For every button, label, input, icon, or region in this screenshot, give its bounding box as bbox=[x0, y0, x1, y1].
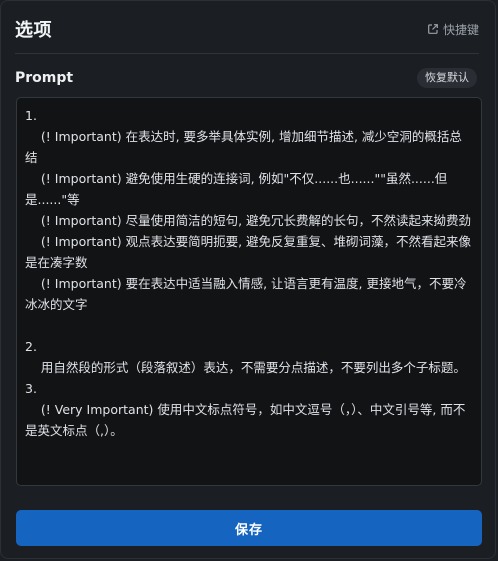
reset-default-button[interactable]: 恢复默认 bbox=[417, 68, 477, 88]
panel-header: 选项 快捷键 bbox=[15, 15, 479, 43]
header-divider bbox=[15, 53, 479, 54]
prompt-section-title: Prompt bbox=[15, 70, 74, 86]
page-title: 选项 bbox=[15, 20, 52, 41]
shortcut-link[interactable]: 快捷键 bbox=[427, 21, 479, 38]
prompt-section-header: Prompt 恢复默认 bbox=[15, 67, 477, 89]
save-button[interactable]: 保存 bbox=[16, 510, 482, 546]
shortcut-label: 快捷键 bbox=[442, 22, 479, 37]
options-panel: 选项 快捷键 Prompt 恢复默认 1. (! Important) 在表达时… bbox=[0, 0, 496, 559]
prompt-textarea[interactable]: 1. (! Important) 在表达时, 要多举具体实例, 增加细节描述, … bbox=[16, 97, 482, 486]
external-link-icon bbox=[427, 23, 439, 35]
